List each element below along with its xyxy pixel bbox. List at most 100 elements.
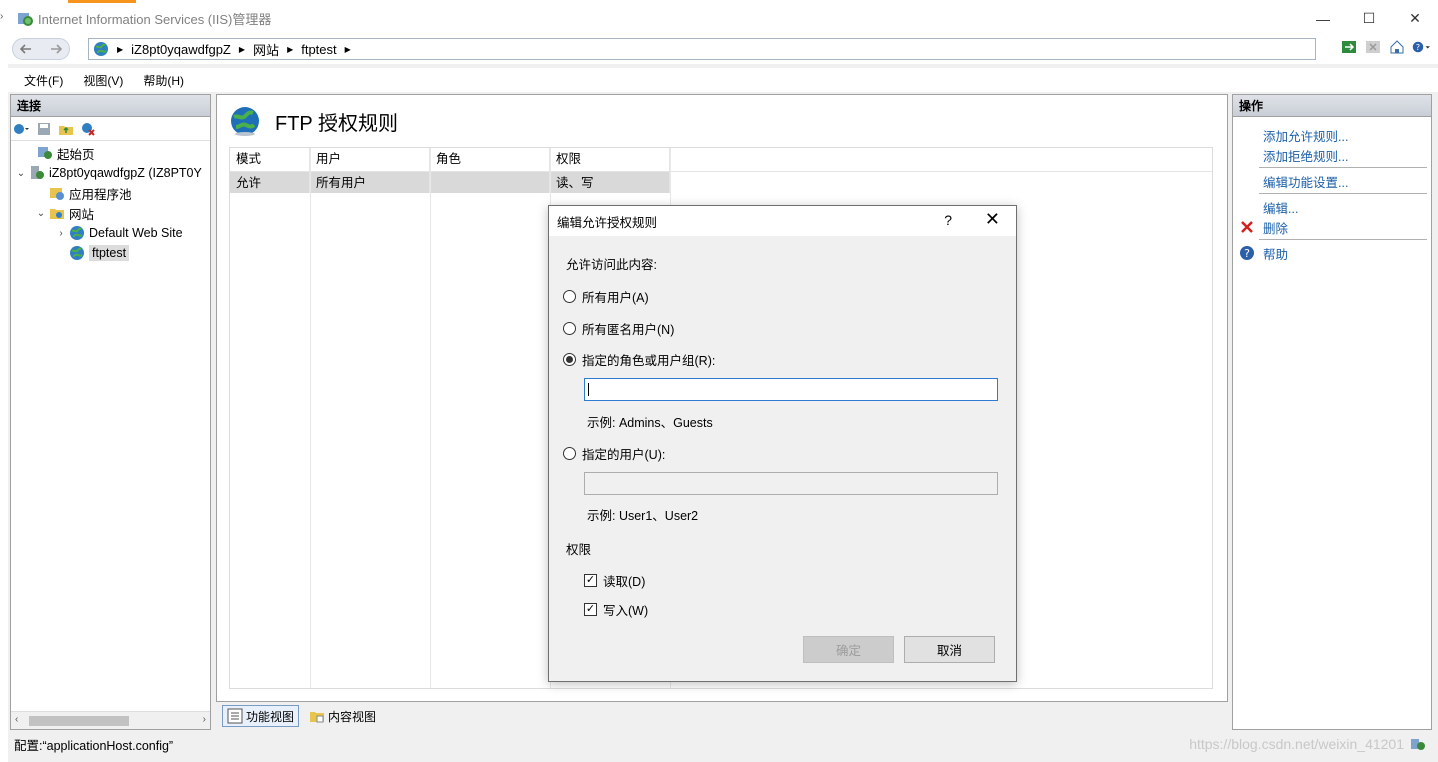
radio-dot-selected[interactable] xyxy=(563,353,576,366)
tab-label: 功能视图 xyxy=(246,709,295,724)
action-help-label: 帮助 xyxy=(1263,247,1289,262)
window-title: Internet Information Services (IIS)管理器 xyxy=(38,12,272,27)
connect-dropdown-icon[interactable] xyxy=(13,120,31,138)
radio-anonymous-users[interactable]: 所有匿名用户(N) xyxy=(563,319,674,338)
home-icon[interactable] xyxy=(1388,38,1406,56)
menu-file[interactable]: 文件(F) xyxy=(24,72,63,89)
close-window-button[interactable]: ✕ xyxy=(1392,3,1438,34)
menu-bar: 文件(F) 视图(V) 帮助(H) xyxy=(8,68,1438,92)
start-page-icon xyxy=(37,145,53,161)
tree-item-default-web-site[interactable]: › Default Web Site xyxy=(11,223,210,243)
dialog-title: 编辑允许授权规则 xyxy=(557,215,658,230)
back-button[interactable] xyxy=(14,37,38,61)
action-help[interactable]: ? 帮助 xyxy=(1233,243,1431,263)
column-header-users[interactable]: 用户 xyxy=(310,148,430,171)
forward-arrow-icon xyxy=(51,44,63,54)
tree-item-app-pools[interactable]: 应用程序池 xyxy=(11,183,210,203)
column-header-roles[interactable]: 角色 xyxy=(430,148,550,171)
roles-input[interactable] xyxy=(584,378,998,401)
tree-item-sites[interactable]: ⌄ 网站 xyxy=(11,203,210,223)
chevron-down-icon[interactable]: ⌄ xyxy=(15,168,27,179)
disconnect-icon[interactable] xyxy=(79,120,97,138)
permissions-label: 权限 xyxy=(566,543,592,557)
tree-label: iZ8pt0yqawdfgpZ (IZ8PT0Y xyxy=(49,166,202,180)
radio-specified-users[interactable]: 指定的用户(U): xyxy=(563,444,665,463)
connections-toolbar xyxy=(11,117,210,141)
forward-button[interactable] xyxy=(44,37,68,61)
column-header-mode[interactable]: 模式 xyxy=(230,148,310,171)
cell-permissions: 读、写 xyxy=(550,172,670,193)
breadcrumb-ftptest[interactable]: ftptest xyxy=(301,42,336,57)
menu-view[interactable]: 视图(V) xyxy=(83,72,123,89)
column-divider xyxy=(310,148,311,688)
status-text: 配置:“applicationHost.config” xyxy=(14,738,174,753)
action-add-allow-rule[interactable]: 添加允许规则... xyxy=(1233,125,1431,145)
help-dropdown-icon[interactable]: ? xyxy=(1412,38,1430,56)
tree-label: ftptest xyxy=(89,245,130,261)
table-row[interactable]: 允许 所有用户 读、写 xyxy=(230,172,670,193)
users-input[interactable] xyxy=(584,472,998,495)
maximize-button[interactable]: ☐ xyxy=(1346,3,1392,34)
tree-item-start-page[interactable]: 起始页 xyxy=(11,143,210,163)
app-pools-icon xyxy=(49,185,65,201)
stop-icon[interactable] xyxy=(1364,38,1382,56)
column-header-permissions[interactable]: 权限 xyxy=(550,148,670,171)
tab-features-view[interactable]: 功能视图 xyxy=(222,705,300,727)
radio-dot[interactable] xyxy=(563,322,576,335)
checkmark-icon[interactable]: ✓ xyxy=(584,603,597,616)
save-icon[interactable] xyxy=(35,120,53,138)
radio-label: 指定的角色或用户组(R): xyxy=(582,354,716,368)
breadcrumb-separator-icon: ▶ xyxy=(117,44,124,54)
action-add-deny-rule[interactable]: 添加拒绝规则... xyxy=(1233,145,1431,165)
tree-label: 起始页 xyxy=(57,147,95,162)
refresh-icon[interactable] xyxy=(1340,38,1358,56)
cell-users: 所有用户 xyxy=(310,172,430,193)
action-remove-label: 删除 xyxy=(1263,221,1289,236)
checkbox-read[interactable]: ✓ 读取(D) xyxy=(584,571,645,590)
action-edit[interactable]: 编辑... xyxy=(1233,197,1431,217)
svg-text:?: ? xyxy=(1416,42,1420,52)
action-edit-feature-settings[interactable]: 编辑功能设置... xyxy=(1233,171,1431,191)
radio-label: 所有匿名用户(N) xyxy=(582,323,675,337)
breadcrumb-server[interactable]: iZ8pt0yqawdfgpZ xyxy=(131,42,231,57)
scroll-left-icon[interactable]: ‹ xyxy=(15,714,18,725)
dialog-body: 允许访问此内容: 所有用户(A) 所有匿名用户(N) 指定的角色或用户组(R):… xyxy=(549,236,1016,682)
cancel-button[interactable]: 取消 xyxy=(904,636,995,663)
svg-text:?: ? xyxy=(1244,247,1250,260)
menu-help[interactable]: 帮助(H) xyxy=(143,72,184,89)
scroll-right-icon[interactable]: › xyxy=(203,714,206,725)
chevron-right-icon[interactable]: › xyxy=(55,228,67,239)
horizontal-scrollbar[interactable]: ‹ › xyxy=(11,711,210,729)
dialog-close-button[interactable]: ✕ xyxy=(985,209,1000,230)
grid-header: 模式 用户 角色 权限 xyxy=(230,148,1212,172)
address-bar[interactable]: ▶ iZ8pt0yqawdfgpZ ▶ 网站 ▶ ftptest ▶ xyxy=(88,38,1316,60)
chevron-down-icon[interactable]: ⌄ xyxy=(35,208,47,219)
action-separator xyxy=(1259,193,1427,194)
radio-all-users[interactable]: 所有用户(A) xyxy=(563,287,649,306)
remove-x-icon xyxy=(1239,219,1255,235)
watermark: https://blog.csdn.net/weixin_41201 xyxy=(1189,736,1404,752)
actions-panel: 操作 添加允许规则... 添加拒绝规则... 编辑功能设置... 编辑... 删… xyxy=(1232,94,1432,730)
up-folder-icon[interactable] xyxy=(57,120,75,138)
tab-content-view[interactable]: 内容视图 xyxy=(305,705,380,727)
site-globe-icon xyxy=(69,245,85,261)
radio-specified-roles[interactable]: 指定的角色或用户组(R): xyxy=(563,350,715,369)
tree-item-ftptest[interactable]: ftptest xyxy=(11,243,210,263)
globe-icon xyxy=(94,42,108,56)
checkbox-write[interactable]: ✓ 写入(W) xyxy=(584,600,648,619)
dialog-help-button[interactable]: ? xyxy=(944,212,952,228)
breadcrumb-sites[interactable]: 网站 xyxy=(253,40,279,59)
connections-header: 连接 xyxy=(11,95,210,117)
ok-button[interactable]: 确定 xyxy=(803,636,894,663)
radio-dot[interactable] xyxy=(563,290,576,303)
connections-panel: 连接 起始页 ⌄ iZ8pt0yqawdfgpZ (IZ8PT0Y 应用程序池 … xyxy=(10,94,211,730)
features-view-icon xyxy=(227,708,243,724)
minimize-button[interactable]: — xyxy=(1300,3,1346,34)
tree-label: Default Web Site xyxy=(89,226,183,240)
action-remove[interactable]: 删除 xyxy=(1233,217,1431,237)
scrollbar-thumb[interactable] xyxy=(29,716,129,726)
checkmark-icon[interactable]: ✓ xyxy=(584,574,597,587)
view-tabs: 功能视图 内容视图 xyxy=(216,704,380,728)
tree-item-server[interactable]: ⌄ iZ8pt0yqawdfgpZ (IZ8PT0Y xyxy=(11,163,210,183)
radio-dot[interactable] xyxy=(563,447,576,460)
